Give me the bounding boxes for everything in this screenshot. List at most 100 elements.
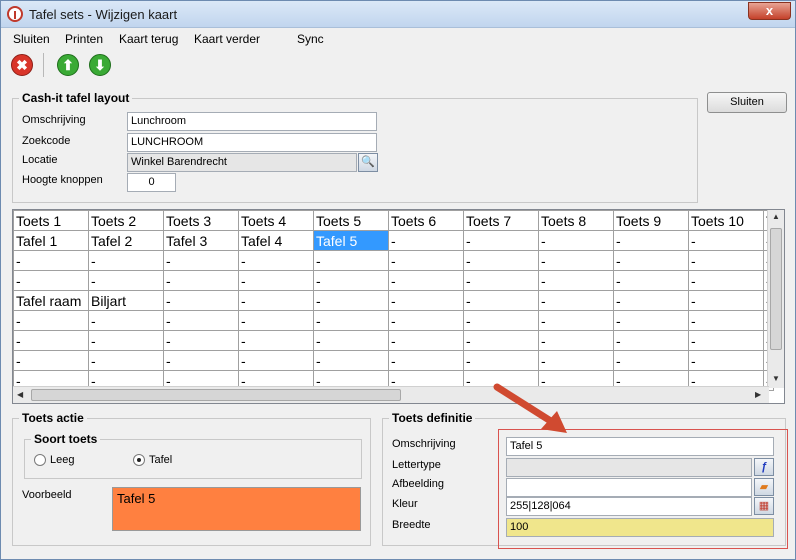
horizontal-scroll-thumb[interactable] bbox=[31, 389, 401, 401]
grid-cell[interactable]: - bbox=[688, 250, 764, 271]
grid-column-header[interactable]: Toets 9 bbox=[613, 210, 689, 231]
grid-cell[interactable]: - bbox=[538, 270, 614, 291]
arrow-down-icon[interactable]: ⬇ bbox=[89, 54, 111, 76]
grid-cell[interactable]: - bbox=[463, 230, 539, 251]
grid-cell[interactable]: Tafel 1 bbox=[13, 230, 89, 251]
grid-cell[interactable]: - bbox=[238, 250, 314, 271]
grid-cell[interactable]: - bbox=[613, 290, 689, 311]
menu-kaart-terug[interactable]: Kaart terug bbox=[119, 32, 178, 46]
grid-cell[interactable]: - bbox=[538, 350, 614, 371]
grid-cell[interactable]: - bbox=[388, 290, 464, 311]
sluiten-button[interactable]: Sluiten bbox=[707, 92, 787, 113]
locatie-search-icon[interactable]: 🔍 bbox=[358, 153, 378, 172]
grid-cell[interactable]: - bbox=[163, 310, 239, 331]
menu-sluiten[interactable]: Sluiten bbox=[13, 32, 50, 46]
grid-cell[interactable]: - bbox=[313, 270, 389, 291]
locatie-input[interactable]: Winkel Barendrecht bbox=[127, 153, 357, 172]
grid-cell[interactable]: - bbox=[613, 230, 689, 251]
arrow-up-icon[interactable]: ⬆ bbox=[57, 54, 79, 76]
grid-column-header[interactable]: Toets 8 bbox=[538, 210, 614, 231]
grid-cell[interactable]: Biljart bbox=[88, 290, 164, 311]
grid-cell[interactable]: - bbox=[88, 330, 164, 351]
grid-cell[interactable]: - bbox=[688, 330, 764, 351]
grid-cell[interactable]: - bbox=[313, 350, 389, 371]
grid-cell[interactable]: - bbox=[538, 290, 614, 311]
grid-cell[interactable]: - bbox=[13, 270, 89, 291]
grid-cell[interactable]: - bbox=[538, 310, 614, 331]
scroll-up-icon[interactable]: ▲ bbox=[772, 212, 780, 221]
grid-column-header[interactable]: Toets 3 bbox=[163, 210, 239, 231]
grid-cell[interactable]: - bbox=[388, 350, 464, 371]
zoekcode-input[interactable]: LUNCHROOM bbox=[127, 133, 377, 152]
grid-cell[interactable]: Tafel 3 bbox=[163, 230, 239, 251]
grid-cell[interactable]: - bbox=[313, 310, 389, 331]
grid-cell[interactable]: - bbox=[688, 270, 764, 291]
grid-cell[interactable]: - bbox=[313, 330, 389, 351]
grid-cell[interactable]: - bbox=[688, 290, 764, 311]
grid-cell[interactable]: Tafel raam bbox=[13, 290, 89, 311]
menu-printen[interactable]: Printen bbox=[65, 32, 103, 46]
omschrijving-input[interactable]: Lunchroom bbox=[127, 112, 377, 131]
close-icon[interactable]: ✖ bbox=[11, 54, 33, 76]
grid-cell[interactable]: - bbox=[163, 290, 239, 311]
grid-cell[interactable]: - bbox=[463, 270, 539, 291]
grid-cell[interactable]: - bbox=[238, 270, 314, 291]
grid-cell[interactable]: - bbox=[688, 230, 764, 251]
grid-cell[interactable]: - bbox=[88, 250, 164, 271]
grid-cell[interactable]: - bbox=[613, 350, 689, 371]
scroll-left-icon[interactable]: ◀ bbox=[17, 390, 23, 399]
grid-cell[interactable]: - bbox=[388, 270, 464, 291]
window-close-button[interactable]: x bbox=[748, 2, 791, 20]
grid-cell[interactable]: - bbox=[13, 310, 89, 331]
grid-cell[interactable]: - bbox=[463, 290, 539, 311]
radio-leeg[interactable] bbox=[34, 454, 46, 466]
grid-cell[interactable]: - bbox=[238, 310, 314, 331]
grid-column-header[interactable]: Toets 2 bbox=[88, 210, 164, 231]
radio-tafel[interactable] bbox=[133, 454, 145, 466]
menu-sync[interactable]: Sync bbox=[297, 32, 324, 46]
grid-cell[interactable]: - bbox=[463, 250, 539, 271]
grid-column-header[interactable]: Toets 6 bbox=[388, 210, 464, 231]
grid-cell[interactable]: - bbox=[613, 310, 689, 331]
grid-column-header[interactable]: Toets 10 bbox=[688, 210, 764, 231]
hoogte-input[interactable]: 0 bbox=[127, 173, 176, 192]
grid-cell[interactable]: - bbox=[313, 290, 389, 311]
grid-cell[interactable]: - bbox=[388, 310, 464, 331]
grid-cell[interactable]: Tafel 5 bbox=[313, 230, 389, 251]
grid-cell[interactable]: - bbox=[238, 350, 314, 371]
grid-cell[interactable]: Tafel 2 bbox=[88, 230, 164, 251]
grid-cell[interactable]: - bbox=[613, 330, 689, 351]
grid-cell[interactable]: - bbox=[688, 310, 764, 331]
grid-cell[interactable]: - bbox=[88, 270, 164, 291]
grid-cell[interactable]: - bbox=[613, 270, 689, 291]
grid-cell[interactable]: - bbox=[388, 250, 464, 271]
grid-cell[interactable]: - bbox=[238, 290, 314, 311]
grid-cell[interactable]: - bbox=[13, 350, 89, 371]
grid-cell[interactable]: - bbox=[688, 350, 764, 371]
grid-cell[interactable]: - bbox=[538, 330, 614, 351]
grid-cell[interactable]: Tafel 4 bbox=[238, 230, 314, 251]
scroll-down-icon[interactable]: ▼ bbox=[772, 374, 780, 383]
grid-cell[interactable]: - bbox=[163, 350, 239, 371]
grid-cell[interactable]: - bbox=[13, 250, 89, 271]
grid-cell[interactable]: - bbox=[313, 250, 389, 271]
grid-vertical-scrollbar[interactable]: ▲ ▼ bbox=[767, 210, 784, 388]
grid-cell[interactable]: - bbox=[163, 250, 239, 271]
grid-cell[interactable]: - bbox=[388, 230, 464, 251]
grid-cell[interactable]: - bbox=[613, 250, 689, 271]
scroll-right-icon[interactable]: ▶ bbox=[755, 390, 761, 399]
grid-column-header[interactable]: Toets 5 bbox=[313, 210, 389, 231]
grid-column-header[interactable]: Toets 1 bbox=[13, 210, 89, 231]
grid-cell[interactable]: - bbox=[238, 330, 314, 351]
grid-cell[interactable]: - bbox=[88, 350, 164, 371]
menu-kaart-verder[interactable]: Kaart verder bbox=[194, 32, 260, 46]
grid-cell[interactable]: - bbox=[463, 310, 539, 331]
grid-cell[interactable]: - bbox=[13, 330, 89, 351]
grid-cell[interactable]: - bbox=[88, 310, 164, 331]
grid-cell[interactable]: - bbox=[163, 330, 239, 351]
grid-cell[interactable]: - bbox=[538, 230, 614, 251]
grid-cell[interactable]: - bbox=[463, 330, 539, 351]
vertical-scroll-thumb[interactable] bbox=[770, 228, 782, 350]
grid-column-header[interactable]: Toets 7 bbox=[463, 210, 539, 231]
grid-cell[interactable]: - bbox=[388, 330, 464, 351]
